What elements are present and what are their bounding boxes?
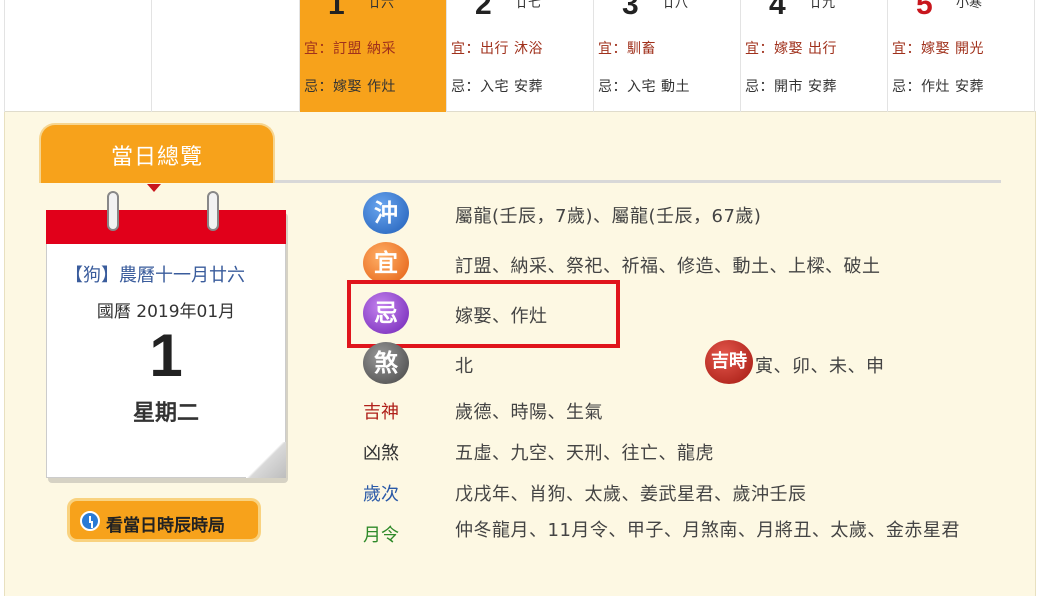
day-cell-1[interactable]: 1 廿六 宜：訂盟 納采 忌：嫁娶 作灶 [300,0,447,112]
tab-divider [275,180,1001,183]
day-ji: 忌：入宅 安葬 [451,79,543,95]
sha-text: 北 [455,356,474,377]
clock-icon [80,511,100,531]
day-ji: 忌：嫁娶 作灶 [304,79,396,95]
day-cell-5[interactable]: 5 小寒 宜：嫁娶 開光 忌：作灶 安葬 [888,0,1035,112]
calendar-card: 【狗】農曆十一月廿六 國曆 2019年01月 1 星期二 [46,191,286,478]
day-number: 3 [622,0,639,21]
calendar-day-number: 1 [149,322,183,389]
calendar-ring-icon [207,191,219,231]
jishi-icon: 吉時 [705,340,753,384]
day-lunar: 小寒 [956,0,983,11]
day-yi: 宜：馴畜 [598,41,656,57]
calendar-ring-icon [107,191,119,231]
yueling-label: 月令 [363,525,399,546]
jishi-text: 寅、卯、未、申 [755,356,885,377]
day-ji: 忌：入宅 動土 [598,79,690,95]
sha-icon: 煞 [363,342,409,384]
day-ji: 忌：開市 安葬 [745,79,837,95]
day-lunar: 廿八 [662,0,689,11]
tab-pointer-icon [147,184,161,192]
day-yi: 宜：出行 沐浴 [451,41,543,57]
calendar-weekday: 星期二 [132,401,199,426]
view-hours-button[interactable]: 看當日時辰時局 [67,498,261,542]
chong-text: 屬龍(壬辰，7歲)、屬龍(壬辰，67歲) [455,206,762,227]
suici-text: 戊戌年、肖狗、太歲、姜武星君、歲沖壬辰 [455,484,807,505]
yueling-text: 仲冬龍月、11月令、甲子、月煞南、月將丑、太歲、金赤星君 [455,520,960,541]
week-empty-cell [4,0,152,112]
calendar-top-band [46,210,286,244]
day-yi: 宜：嫁娶 出行 [745,41,837,57]
chong-icon: 沖 [363,192,409,234]
day-number: 5 [916,0,933,21]
day-yi: 宜：嫁娶 開光 [892,41,984,57]
daily-overview-panel: 當日總覽 【狗】農曆十一月廿六 國曆 2019年01月 1 星期二 看當日時辰時… [4,112,1036,596]
xiongsha-label: 凶煞 [363,443,399,464]
suici-label: 歲次 [363,484,399,505]
xiongsha-text: 五虛、九空、天刑、往亡、龍虎 [455,443,714,464]
day-number: 1 [328,0,345,21]
day-yi: 宜：訂盟 納采 [304,41,396,57]
calendar-gregorian-month: 國曆 2019年01月 [96,302,236,322]
day-cell-2[interactable]: 2 廿七 宜：出行 沐浴 忌：入宅 安葬 [447,0,594,112]
yi-icon: 宜 [363,242,409,284]
tab-label: 當日總覽 [110,145,203,170]
day-cell-3[interactable]: 3 廿八 宜：馴畜 忌：入宅 動土 [594,0,741,112]
view-hours-label: 看當日時辰時局 [106,516,225,536]
jishen-text: 歲德、時陽、生氣 [455,402,603,423]
day-number: 4 [769,0,786,21]
yi-text: 訂盟、納采、祭祀、祈福、修造、動土、上樑、破土 [455,256,881,277]
week-empty-cell [152,0,300,112]
ji-highlight-box [347,280,620,348]
day-lunar: 廿七 [515,0,542,11]
day-lunar: 廿六 [368,0,395,11]
day-lunar: 廿九 [809,0,836,11]
calendar-lunar-date: 【狗】農曆十一月廿六 [65,265,245,286]
day-number: 2 [475,0,492,21]
day-ji: 忌：作灶 安葬 [892,79,984,95]
jishen-label: 吉神 [363,402,399,423]
tab-daily-overview[interactable]: 當日總覽 [39,123,275,192]
week-strip: 1 廿六 宜：訂盟 納采 忌：嫁娶 作灶 2 廿七 宜：出行 沐浴 忌：入宅 安… [4,0,1036,112]
day-cell-4[interactable]: 4 廿九 宜：嫁娶 出行 忌：開市 安葬 [741,0,888,112]
page-curl [246,442,286,478]
